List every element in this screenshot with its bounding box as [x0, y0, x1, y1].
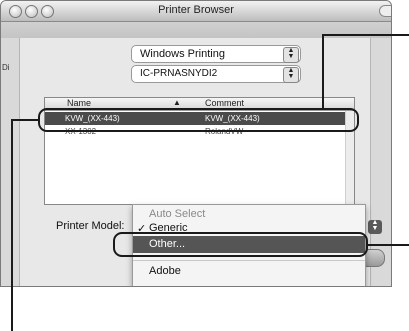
sidebar-fragment: Di [2, 63, 10, 72]
updown-arrows-icon[interactable]: ▲ ▼ [368, 219, 382, 234]
column-header-comment[interactable]: Comment [205, 98, 244, 108]
callout-line [11, 119, 13, 331]
menu-item-adobe[interactable]: Adobe [133, 263, 365, 280]
toolbar-toggle-button[interactable] [379, 5, 391, 17]
printer-model-label: Printer Model: [56, 220, 125, 232]
sort-arrow-icon: ▲ [173, 98, 181, 107]
connection-type-popup[interactable]: Windows Printing ▲ ▼ [131, 45, 301, 63]
callout-line [322, 34, 324, 110]
callout-line [366, 244, 409, 246]
updown-arrows-icon: ▲ ▼ [283, 47, 299, 63]
connection-type-value: Windows Printing [140, 48, 225, 60]
title-bar[interactable]: Printer Browser [1, 1, 391, 22]
callout-line [322, 34, 409, 36]
menu-separator [133, 260, 365, 261]
callout-other-menu-item [113, 232, 368, 257]
callout-line [11, 119, 40, 121]
column-header-name[interactable]: Name [67, 98, 91, 108]
window-title: Printer Browser [158, 4, 234, 16]
workgroup-value: IC-PRNASNYDI2 [140, 68, 218, 79]
workgroup-popup[interactable]: IC-PRNASNYDI2 ▲ ▼ [131, 65, 301, 83]
updown-arrows-icon: ▲ ▼ [283, 67, 299, 83]
callout-selected-printer [38, 108, 359, 132]
